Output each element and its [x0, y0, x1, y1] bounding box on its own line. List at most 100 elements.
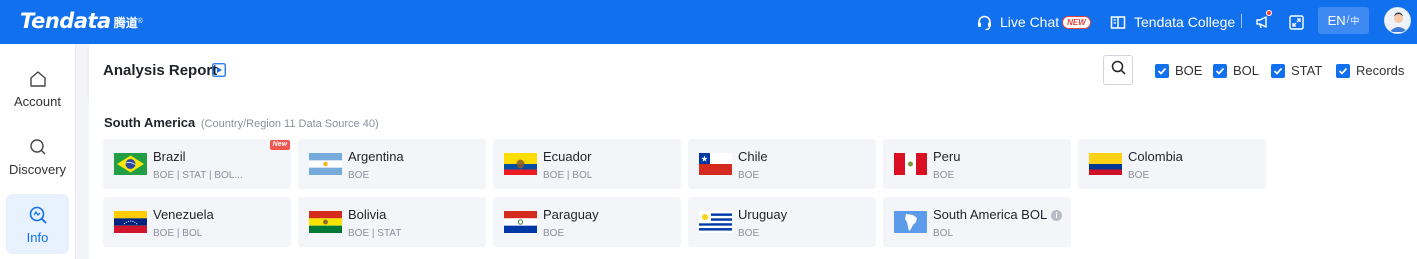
- section-title: South America (Country/Region 11 Data So…: [104, 115, 379, 130]
- report-header: Analysis Report BOE BOL STAT Records: [89, 44, 1417, 97]
- search-button[interactable]: [1103, 55, 1133, 85]
- south-america-map-icon: [894, 211, 927, 233]
- filter-label: STAT: [1291, 63, 1323, 78]
- region-name: South America: [104, 115, 196, 130]
- checkbox-checked-icon: [1213, 63, 1227, 78]
- filter-checkbox-stat[interactable]: STAT: [1271, 63, 1322, 78]
- country-card-venezuela[interactable]: Venezuela BOE | BOL: [103, 197, 291, 247]
- user-avatar[interactable]: [1384, 7, 1411, 34]
- colombia-flag-icon: [1089, 153, 1122, 175]
- country-sources: BOE | STAT | BOL...: [153, 170, 243, 181]
- notification-dot: [1266, 10, 1272, 16]
- expand-icon: [1289, 14, 1304, 30]
- country-card-colombia[interactable]: Colombia BOE: [1078, 139, 1266, 189]
- country-sources: BOE: [543, 228, 565, 239]
- tendata-college-link[interactable]: Tendata College: [1110, 0, 1235, 44]
- home-icon: [29, 68, 47, 90]
- country-name: Brazil: [153, 149, 186, 164]
- fullscreen-button[interactable]: [1289, 0, 1304, 44]
- checkbox-checked-icon: [1155, 63, 1169, 78]
- filter-checkbox-boe[interactable]: BOE: [1155, 63, 1202, 78]
- country-name: Colombia: [1128, 149, 1183, 164]
- country-card-south-america-bol[interactable]: South America BOL i BOL: [883, 197, 1071, 247]
- new-badge: New: [269, 140, 290, 150]
- info-icon[interactable]: i: [1051, 210, 1063, 221]
- country-name: Bolivia: [348, 207, 387, 222]
- ecuador-flag-icon: [504, 153, 537, 175]
- country-sources: BOL: [933, 228, 954, 239]
- country-name: South America BOL i: [933, 207, 1063, 222]
- checkbox-checked-icon: [1271, 63, 1285, 78]
- search-icon: [1111, 60, 1126, 80]
- country-card-uruguay[interactable]: Uruguay BOE: [688, 197, 876, 247]
- top-bar: Tendata 腾道 ® Live Chat NEW Tendata Colle…: [0, 0, 1417, 44]
- country-card-argentina[interactable]: Argentina BOE: [298, 139, 486, 189]
- logo-text: Tendata: [20, 9, 111, 33]
- country-card-ecuador[interactable]: Ecuador BOE | BOL: [493, 139, 681, 189]
- lang-en: EN: [1327, 13, 1346, 28]
- lang-zh: 中: [1350, 16, 1360, 26]
- new-badge: NEW: [1062, 15, 1091, 29]
- country-card-paraguay[interactable]: Paraguay BOE: [493, 197, 681, 247]
- argentina-flag-icon: [309, 153, 342, 175]
- search-icon: [29, 136, 47, 158]
- country-name-text: South America BOL: [933, 207, 1048, 222]
- sidebar: Account Discovery Info: [0, 44, 76, 259]
- country-sources: BOE | STAT: [348, 228, 402, 239]
- bolivia-flag-icon: [309, 211, 342, 233]
- language-switch[interactable]: EN / 中: [1318, 7, 1369, 34]
- report-content: South America (Country/Region 11 Data So…: [89, 97, 1417, 259]
- chile-flag-icon: [699, 153, 732, 175]
- video-play-icon[interactable]: [212, 63, 226, 82]
- country-sources: BOE: [738, 170, 760, 181]
- filter-label: Records: [1356, 63, 1405, 78]
- country-sources: BOE: [1128, 170, 1150, 181]
- country-sources: BOE: [348, 170, 370, 181]
- country-card-bolivia[interactable]: Bolivia BOE | STAT: [298, 197, 486, 247]
- country-name: Argentina: [348, 149, 404, 164]
- checkbox-checked-icon: [1336, 63, 1350, 78]
- country-name: Paraguay: [543, 207, 599, 222]
- filter-label: BOE: [1175, 63, 1203, 78]
- sidebar-item-label: Discovery: [8, 161, 67, 177]
- sidebar-item-discovery[interactable]: Discovery: [6, 126, 69, 186]
- headset-icon: [976, 14, 993, 31]
- logo-chinese-text: 腾道: [113, 15, 138, 30]
- country-name: Ecuador: [543, 149, 592, 164]
- country-sources: BOE | BOL: [153, 228, 203, 239]
- country-name: Venezuela: [153, 207, 214, 222]
- peru-flag-icon: [894, 153, 927, 175]
- country-name: Chile: [738, 149, 768, 164]
- sidebar-item-label: Info: [26, 229, 49, 245]
- megaphone-icon: [1255, 14, 1271, 30]
- paraguay-flag-icon: [504, 211, 537, 233]
- country-sources: BOE: [738, 228, 760, 239]
- country-card-chile[interactable]: Chile BOE: [688, 139, 876, 189]
- page-title: Analysis Report: [103, 62, 218, 79]
- registered-mark: ®: [137, 17, 143, 25]
- sidebar-item-info[interactable]: Info: [6, 194, 69, 254]
- tendata-college-label: Tendata College: [1134, 14, 1236, 30]
- venezuela-flag-icon: [114, 211, 147, 233]
- country-card-peru[interactable]: Peru BOE: [883, 139, 1071, 189]
- live-chat-label: Live Chat: [1000, 14, 1060, 30]
- brazil-flag-icon: [114, 153, 147, 175]
- info-search-icon: [28, 204, 48, 226]
- tendata-logo[interactable]: Tendata 腾道 ®: [20, 9, 143, 33]
- topbar-divider: [1241, 14, 1242, 28]
- country-sources: BOE | BOL: [543, 170, 593, 181]
- filter-checkbox-bol[interactable]: BOL: [1213, 63, 1259, 78]
- sidebar-item-label: Account: [14, 93, 61, 109]
- content-gutter: [77, 44, 89, 259]
- book-icon: [1110, 15, 1126, 30]
- region-meta: (Country/Region 11 Data Source 40): [200, 118, 379, 130]
- sidebar-item-account[interactable]: Account: [6, 58, 69, 118]
- filter-label: BOL: [1233, 63, 1260, 78]
- lang-separator: /: [1346, 15, 1350, 26]
- country-card-brazil[interactable]: Brazil BOE | STAT | BOL... New: [103, 139, 291, 189]
- announcement-button[interactable]: [1255, 0, 1272, 44]
- live-chat-button[interactable]: Live Chat NEW: [976, 0, 1091, 44]
- uruguay-flag-icon: [699, 211, 732, 233]
- filter-checkbox-records[interactable]: Records: [1336, 63, 1404, 78]
- country-name: Peru: [933, 149, 961, 164]
